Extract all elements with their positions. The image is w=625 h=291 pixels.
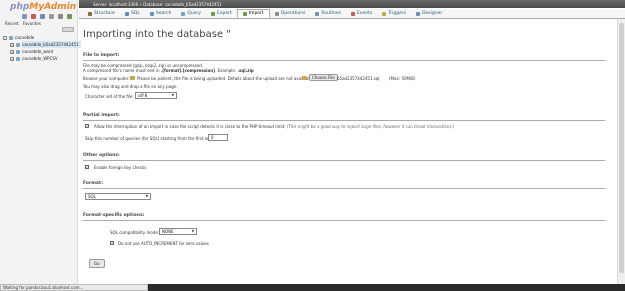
tab-export[interactable]: Export xyxy=(206,9,237,18)
collapse-all-button[interactable] xyxy=(62,27,74,32)
collapse-icon[interactable]: − xyxy=(3,35,7,40)
phpmyadmin-logo[interactable]: phpMyAdmin xyxy=(10,2,76,12)
chosen-file-name: b5ad2357442451.sql xyxy=(337,76,380,81)
structure-icon xyxy=(88,11,92,16)
auto-increment-label: Do not use AUTO_INCREMENT for zero value… xyxy=(118,241,209,246)
expand-icon[interactable]: + xyxy=(10,49,14,54)
divider xyxy=(83,188,605,189)
tree-item[interactable]: + cacvebde_b5ad2357442451 xyxy=(3,41,81,48)
nav-tab-favorites[interactable]: Favorites xyxy=(23,21,41,26)
top-tab-bar: Structure SQL Search Query Export Import… xyxy=(79,9,625,19)
choose-file-button[interactable]: Choose File xyxy=(309,74,338,81)
nav-icon-row xyxy=(22,14,72,19)
nav-tab-recent[interactable]: Recent xyxy=(5,21,19,26)
tab-routines[interactable]: Routines xyxy=(310,9,346,18)
export-icon xyxy=(211,11,215,16)
drag-drop-note: You may also drag and drop a file on any… xyxy=(83,84,178,89)
chevron-down-icon: ▼ xyxy=(191,229,194,233)
designer-icon xyxy=(416,11,421,16)
import-icon xyxy=(242,11,247,16)
taskbar xyxy=(148,284,625,291)
divider xyxy=(83,160,605,161)
import-page: Importing into the database " File to im… xyxy=(83,25,605,285)
tree-root[interactable]: − cacvebde xyxy=(3,34,81,41)
triggers-icon xyxy=(382,11,387,16)
format-legend: Format: xyxy=(83,181,103,186)
charset-label: Character set of the file: xyxy=(85,94,134,99)
browser-status-bar: Waiting for pandar.bou1.bluehost.com... xyxy=(0,284,148,291)
tab-designer[interactable]: Designer xyxy=(411,9,447,18)
foreign-key-checkbox[interactable]: ✓ xyxy=(85,165,89,169)
reload-icon[interactable] xyxy=(67,14,72,19)
divider xyxy=(83,220,605,221)
logout-icon[interactable] xyxy=(31,14,36,19)
expand-icon[interactable]: + xyxy=(10,56,14,61)
divider xyxy=(83,120,605,121)
folder-icon xyxy=(302,76,307,80)
tab-structure[interactable]: Structure xyxy=(83,9,120,18)
wrench-icon xyxy=(274,11,279,16)
events-icon xyxy=(350,11,355,16)
settings-icon[interactable] xyxy=(58,14,63,19)
tab-search[interactable]: Search xyxy=(145,9,176,18)
phpmyadmin-window: phpMyAdmin Recent Favorites − cacvebde + xyxy=(0,0,625,291)
tab-triggers[interactable]: Triggers xyxy=(377,9,411,18)
database-tree: − cacvebde + cacvebde_b5ad2357442451 + c… xyxy=(3,34,81,62)
expand-icon[interactable]: + xyxy=(10,42,14,47)
foreign-key-label: Enable foreign key checks xyxy=(94,165,147,170)
go-button[interactable]: Go xyxy=(89,259,105,268)
compat-mode-select[interactable]: NONE ▼ xyxy=(159,228,197,235)
chevron-down-icon: ▼ xyxy=(145,194,148,198)
other-options-legend: Other options: xyxy=(83,153,120,158)
max-size-note: (Max: 50MiB) xyxy=(389,76,416,81)
breadcrumb: Server: localhost:3306 » Database: cacve… xyxy=(79,0,625,8)
allow-interrupt-label: Allow the interruption of an import in c… xyxy=(94,124,455,129)
routines-icon xyxy=(315,11,320,16)
skip-queries-label: Skip this number of queries (for SQL) st… xyxy=(85,136,214,141)
tree-item[interactable]: + cacvebde_word xyxy=(3,48,81,55)
tab-events[interactable]: Events xyxy=(346,9,377,18)
query-icon xyxy=(181,11,186,16)
vertical-scrollbar[interactable] xyxy=(617,19,625,285)
browse-label: Browse your computer: xyxy=(83,76,130,81)
divider xyxy=(83,60,605,61)
help-icon[interactable] xyxy=(40,14,45,19)
skip-queries-input[interactable]: 0 xyxy=(208,134,228,141)
docs-icon[interactable] xyxy=(49,14,54,19)
tab-operations[interactable]: Operations xyxy=(270,9,311,18)
tab-sql[interactable]: SQL xyxy=(120,9,145,18)
database-icon xyxy=(16,42,20,47)
format-specific-legend: Format-specific options: xyxy=(83,213,145,218)
compression-format-note: A compressed file's name must end in .[f… xyxy=(83,68,254,73)
database-icon xyxy=(16,56,20,61)
auto-increment-checkbox[interactable]: ✓ xyxy=(110,241,114,245)
breadcrumb-text[interactable]: Server: localhost:3306 » Database: cacve… xyxy=(93,2,222,7)
database-icon xyxy=(16,49,20,54)
nav-tabs: Recent Favorites xyxy=(5,21,41,26)
tab-query[interactable]: Query xyxy=(176,9,206,18)
compat-mode-label: SQL compatibility mode: xyxy=(110,230,160,235)
tree-item[interactable]: + cacvebde_WPCSV xyxy=(3,55,81,62)
charset-select[interactable]: utf-8 ▼ xyxy=(135,92,177,99)
home-icon[interactable] xyxy=(22,14,27,19)
search-icon xyxy=(149,11,154,16)
scrollbar-thumb[interactable] xyxy=(619,23,624,273)
chevron-down-icon: ▼ xyxy=(171,93,174,97)
navigation-panel: phpMyAdmin Recent Favorites − cacvebde + xyxy=(0,0,81,284)
partial-section-legend: Partial import: xyxy=(83,113,120,118)
upload-note: Please be patient, the file is being upl… xyxy=(137,76,314,81)
tab-import[interactable]: Import xyxy=(236,9,270,18)
sql-icon xyxy=(124,11,129,16)
page-title: Importing into the database " xyxy=(83,29,231,40)
database-icon xyxy=(9,35,13,40)
format-select[interactable]: SQL ▼ xyxy=(85,193,151,200)
allow-interrupt-checkbox[interactable]: ✓ xyxy=(85,124,89,128)
upload-icon xyxy=(130,76,135,80)
file-section-legend: File to import: xyxy=(83,53,120,58)
